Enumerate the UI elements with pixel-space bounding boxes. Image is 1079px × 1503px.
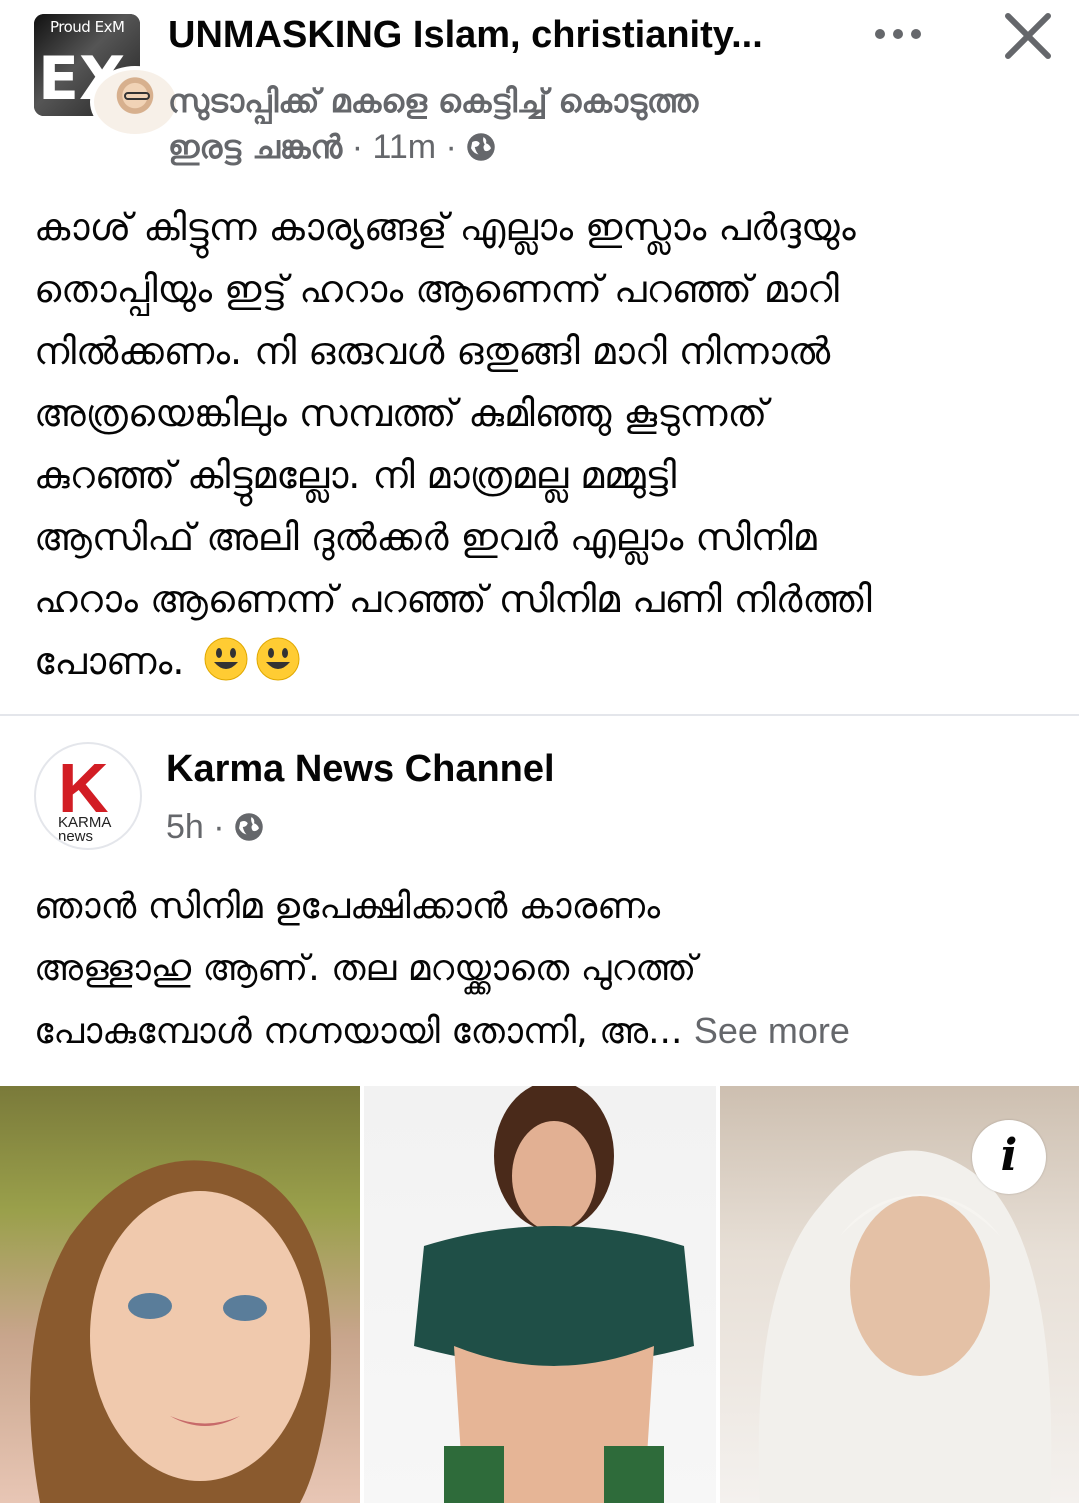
post-timestamp[interactable]: · 11m ·: [342, 128, 466, 166]
portrait-illustration: [30, 1160, 332, 1503]
logo-subtext: KARMA news: [58, 815, 111, 845]
shared-text-line: പോകുമ്പോൾ നഗ്നയായി തോന്നി, അ...: [34, 1011, 694, 1052]
more-dots-icon[interactable]: [870, 14, 926, 54]
post-text-line: തൊപ്പിയും ഇട്ട് ഹറാം ആണെന്ന് പറഞ്ഞ് മാറി: [34, 267, 839, 311]
group-logo-badge: Proud ExM: [50, 18, 125, 36]
shared-timestamp[interactable]: 5h ·: [166, 808, 234, 846]
smiley-emoji-icon: [204, 637, 248, 681]
post-text-line: ഹറാം ആണെന്ന് പറഞ്ഞ് സിനിമ പണി നിർത്തി: [34, 577, 872, 621]
avatar-glasses: [124, 92, 150, 100]
group-avatar[interactable]: Proud ExM EX: [34, 14, 180, 138]
post-text-line: ആസിഫ് അലി ദുൽക്കർ ഇവർ എല്ലാം സിനിമ: [34, 515, 817, 559]
post-text-line: അത്രയെങ്കിലും സമ്പത്ത് കുമിഞ്ഞു കൂടുന്നത…: [34, 391, 768, 435]
author-line: സുടാപ്പിക്ക് മകളെ കെട്ടിച്ച് കൊടുത്ത ഇരട…: [168, 78, 768, 170]
post-text-line: കാശ് കിട്ടുന്ന കാര്യങ്ങള് എല്ലാം ഇസ്ലാം …: [34, 205, 856, 249]
karma-news-logo[interactable]: K KARMA news: [34, 742, 142, 850]
post-text-line: കുറഞ്ഞ് കിട്ടുമല്ലോ. നി മാത്രമല്ല മമ്മുട…: [34, 453, 677, 497]
post-header: Proud ExM EX UNMASKING Islam, christiani…: [0, 0, 1079, 175]
post-text-line: നിൽക്കണം. നി ഒരുവൾ ഒതുങ്ങി മാറി നിന്നാൽ: [34, 329, 831, 373]
post-text-line-last: പോണം.: [34, 630, 1044, 692]
post-text: കാശ് കിട്ടുന്ന കാര്യങ്ങള് എല്ലാം ഇസ്ലാം …: [34, 196, 1044, 692]
shared-text-line: ഞാൻ സിനിമ ഉപേക്ഷിക്കാൻ കാരണം: [34, 886, 661, 927]
author-avatar[interactable]: [90, 66, 180, 138]
smiley-emoji-icon: [256, 637, 300, 681]
post-text-line: പോണം.: [34, 639, 185, 683]
shared-text-line-last: പോകുമ്പോൾ നഗ്നയായി തോന്നി, അ... See more: [34, 1000, 1054, 1063]
globe-icon: [235, 813, 263, 841]
see-more-link[interactable]: See more: [694, 1010, 850, 1051]
globe-icon: [467, 133, 496, 161]
photo-1[interactable]: [0, 1086, 360, 1503]
portrait-illustration: [414, 1086, 694, 1503]
photo-collage[interactable]: [0, 1086, 1079, 1503]
logo-subtext-line: news: [58, 828, 94, 845]
info-icon[interactable]: i: [972, 1120, 1046, 1194]
shared-post-text: ഞാൻ സിനിമ ഉപേക്ഷിക്കാൻ കാരണം അള്ളാഹു ആണ്…: [34, 876, 1054, 1063]
group-name[interactable]: UNMASKING Islam, christianity...: [168, 14, 763, 57]
shared-meta: 5h ·: [166, 808, 264, 847]
photo-2[interactable]: [364, 1086, 716, 1503]
shared-page-name[interactable]: Karma News Channel: [166, 748, 555, 791]
divider: [0, 714, 1079, 716]
shared-text-line: അള്ളാഹു ആണ്. തല മറയ്ക്കാതെ പുറത്ത്: [34, 948, 697, 989]
info-label: i: [1000, 1130, 1018, 1181]
close-icon[interactable]: [1000, 8, 1056, 64]
